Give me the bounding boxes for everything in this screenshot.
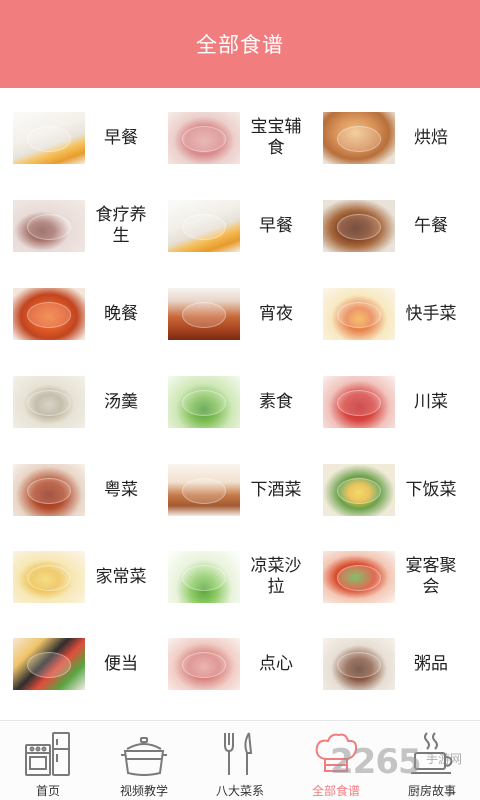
page-title: 全部食谱 <box>196 33 284 57</box>
category-item[interactable]: 食疗养生 <box>13 200 163 252</box>
bottom-tab-bar: 首页 视频教学 八大菜系 全部食谱 厨房故事 <box>0 720 480 800</box>
category-item[interactable]: 下饭菜 <box>323 464 473 516</box>
category-item[interactable]: 下酒菜 <box>168 464 318 516</box>
grid-row: 粤菜 下酒菜 下饭菜 <box>0 464 480 516</box>
category-label: 早餐 <box>104 127 138 148</box>
category-thumbnail <box>323 551 395 603</box>
category-thumbnail <box>323 288 395 340</box>
category-thumbnail <box>168 376 240 428</box>
tab-video-lessons[interactable]: 视频教学 <box>96 721 192 800</box>
category-item[interactable]: 宴客聚会 <box>323 551 473 603</box>
tab-all-recipes[interactable]: 全部食谱 <box>288 721 384 800</box>
category-thumbnail <box>13 551 85 603</box>
category-label: 便当 <box>104 653 138 674</box>
grid-row: 食疗养生 早餐 午餐 <box>0 200 480 252</box>
category-label: 食疗养生 <box>95 205 147 246</box>
category-item[interactable]: 川菜 <box>323 376 473 428</box>
category-label: 下饭菜 <box>405 479 457 500</box>
category-label: 粥品 <box>414 653 448 674</box>
grid-row: 晚餐 宵夜 快手菜 <box>0 288 480 340</box>
category-label: 下酒菜 <box>250 479 302 500</box>
grid-row: 家常菜 凉菜沙拉 宴客聚会 <box>0 551 480 603</box>
category-label: 家常菜 <box>95 566 147 587</box>
category-label: 快手菜 <box>405 303 457 324</box>
category-label: 凉菜沙拉 <box>250 556 302 597</box>
category-thumbnail <box>13 638 85 690</box>
category-thumbnail <box>13 376 85 428</box>
category-item[interactable]: 午餐 <box>323 200 473 252</box>
category-thumbnail <box>168 464 240 516</box>
tab-home[interactable]: 首页 <box>0 721 96 800</box>
cutlery-icon <box>224 732 253 775</box>
category-label: 粤菜 <box>104 479 138 500</box>
category-thumbnail <box>168 200 240 252</box>
category-thumbnail <box>13 200 85 252</box>
tab-label: 厨房故事 <box>407 784 456 798</box>
category-label: 汤羹 <box>104 391 138 412</box>
category-item[interactable]: 素食 <box>168 376 318 428</box>
category-item[interactable]: 汤羹 <box>13 376 163 428</box>
category-label: 川菜 <box>414 391 448 412</box>
category-thumbnail <box>323 112 395 164</box>
category-label: 早餐 <box>259 215 293 236</box>
tab-label: 八大菜系 <box>215 784 264 798</box>
category-item[interactable]: 粤菜 <box>13 464 163 516</box>
category-thumbnail <box>13 464 85 516</box>
category-item[interactable]: 家常菜 <box>13 551 163 603</box>
grid-row: 汤羹 素食 川菜 <box>0 376 480 428</box>
category-thumbnail <box>13 288 85 340</box>
coffee-cup-icon <box>411 732 453 774</box>
tab-eight-cuisines[interactable]: 八大菜系 <box>192 721 288 800</box>
category-label: 午餐 <box>414 215 448 236</box>
category-item[interactable]: 点心 <box>168 638 318 690</box>
category-thumbnail <box>168 638 240 690</box>
category-thumbnail <box>323 638 395 690</box>
category-thumbnail <box>323 200 395 252</box>
category-label: 晚餐 <box>104 303 138 324</box>
category-thumbnail <box>168 112 240 164</box>
grid-row: 便当 点心 粥品 <box>0 638 480 690</box>
kitchen-icon <box>25 732 70 776</box>
category-item[interactable]: 凉菜沙拉 <box>168 551 318 603</box>
category-label: 点心 <box>259 653 293 674</box>
chef-hat-icon <box>315 733 358 772</box>
category-item[interactable]: 粥品 <box>323 638 473 690</box>
category-thumbnail <box>168 551 240 603</box>
category-item[interactable]: 快手菜 <box>323 288 473 340</box>
category-label: 烘焙 <box>414 127 448 148</box>
category-thumbnail <box>13 112 85 164</box>
category-item[interactable]: 早餐 <box>13 112 163 164</box>
category-thumbnail <box>168 288 240 340</box>
category-label: 宴客聚会 <box>405 556 457 597</box>
header-bar: 全部食谱 <box>0 0 480 88</box>
tab-kitchen-stories[interactable]: 厨房故事 <box>384 721 480 800</box>
category-label: 宝宝辅食 <box>250 117 302 158</box>
category-label: 宵夜 <box>259 303 293 324</box>
pot-icon <box>121 737 167 776</box>
tab-label: 全部食谱 <box>311 784 360 798</box>
category-item[interactable]: 便当 <box>13 638 163 690</box>
category-item[interactable]: 烘焙 <box>323 112 473 164</box>
category-label: 素食 <box>259 391 293 412</box>
tab-label: 视频教学 <box>119 784 168 798</box>
grid-row: 早餐 宝宝辅食 烘焙 <box>0 112 480 164</box>
tab-label: 首页 <box>35 784 60 798</box>
category-item[interactable]: 宵夜 <box>168 288 318 340</box>
category-item[interactable]: 早餐 <box>168 200 318 252</box>
category-item[interactable]: 晚餐 <box>13 288 163 340</box>
category-thumbnail <box>323 464 395 516</box>
category-item[interactable]: 宝宝辅食 <box>168 112 318 164</box>
category-thumbnail <box>323 376 395 428</box>
